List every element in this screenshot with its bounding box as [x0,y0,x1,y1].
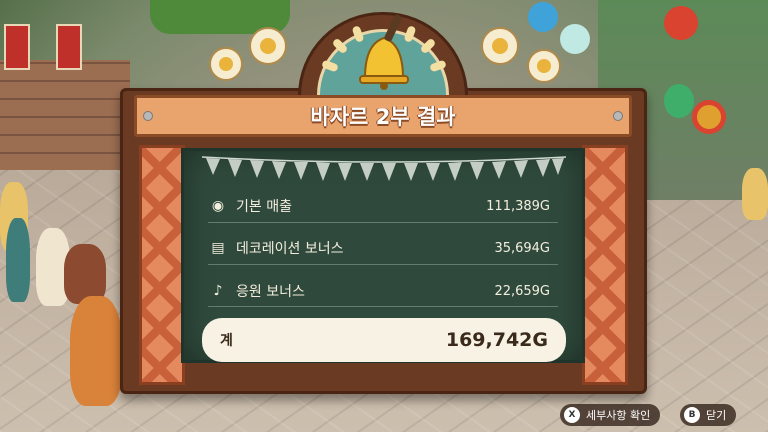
close-button[interactable]: B 닫기 [680,404,737,426]
row-base-sales: ◉ 기본 매출 111,389G [208,195,550,217]
music-note-icon: ♪ [213,283,223,299]
row-label: 응원 보너스 [236,284,305,300]
bunting-garland [201,156,567,181]
decoration-icon: ▤ [211,240,225,256]
x-button-icon: X [564,407,580,423]
row-decoration-bonus: ▤ 데코레이션 보너스 35,694G [208,237,550,259]
nail [613,111,623,121]
total-row: 계 169,742G [202,318,566,362]
row-value: 111,389G [486,198,550,214]
row-value: 22,659G [494,283,550,299]
row-label: 기본 매출 [236,199,292,215]
title-board: 바자르 2부 결과 [134,95,632,137]
money-bag-icon: ◉ [211,198,225,214]
nail [143,111,153,121]
details-label: 세부사항 확인 [586,409,651,422]
total-value: 169,742G [445,329,548,351]
divider [208,264,558,265]
bell-icon [359,14,409,90]
row-label: 데코레이션 보너스 [236,241,344,257]
details-button[interactable]: X 세부사항 확인 [560,404,661,426]
divider [208,222,558,223]
page-title: 바자르 2부 결과 [310,105,456,129]
row-value: 35,694G [494,240,550,256]
close-label: 닫기 [706,409,727,422]
row-cheer-bonus: ♪ 응원 보너스 22,659G [208,280,550,302]
divider [208,306,558,307]
total-label: 계 [220,333,233,349]
b-button-icon: B [684,407,700,423]
